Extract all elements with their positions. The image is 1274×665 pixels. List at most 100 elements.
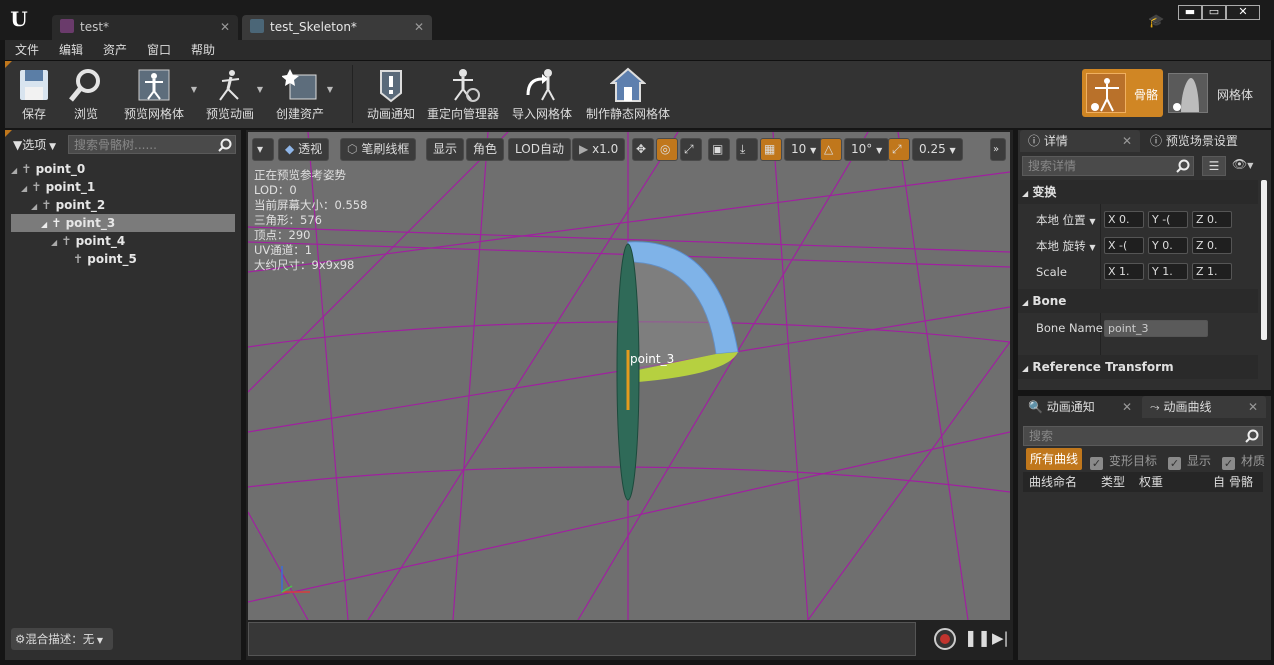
expand-arrow-icon[interactable]: ◢ <box>51 238 57 247</box>
close-tab-icon[interactable]: ✕ <box>1122 396 1132 418</box>
col-weight[interactable]: 权重 <box>1139 472 1163 492</box>
rotation-snap-toggle[interactable]: △ <box>820 138 842 161</box>
filter-material-checkbox[interactable]: ✓ 材质 <box>1222 452 1265 470</box>
anim-notify-button[interactable]: 动画通知 <box>363 61 419 128</box>
location-y-field[interactable]: Y -( <box>1148 211 1188 228</box>
curves-search-input[interactable]: 搜索 <box>1023 426 1263 446</box>
surface-snap-button[interactable]: ⤓ <box>736 138 758 161</box>
import-mesh-button[interactable]: 导入网格体 <box>511 61 573 128</box>
wireframe-button[interactable]: ⬡ 笔刷线框 <box>340 138 417 161</box>
3d-viewport[interactable]: point_3 正在预览参考姿势 LOD：0 当前屏幕大小：0.558 三角形：… <box>248 132 1010 620</box>
close-window-button[interactable]: ✕ <box>1226 5 1260 20</box>
filter-morph-checkbox[interactable]: ✓ 变形目标 <box>1090 452 1157 470</box>
tab-test-skeleton[interactable]: test_Skeleton* ✕ <box>242 15 432 40</box>
viewport-more-button[interactable]: » <box>990 138 1006 161</box>
close-tab-icon[interactable]: ✕ <box>1248 396 1258 418</box>
expand-arrow-icon[interactable]: ◢ <box>11 166 17 175</box>
bone-row-point-4[interactable]: ◢ ✝ point_4 <box>51 232 235 250</box>
rotate-tool-button[interactable]: ◎ <box>656 138 678 161</box>
scale-x-field[interactable]: X 1. <box>1104 263 1144 280</box>
location-label-dropdown[interactable]: 本地 位置 ▼ <box>1036 212 1095 228</box>
preview-animation-button[interactable]: 预览动画 ▼ <box>201 61 263 128</box>
col-auto[interactable]: 自 <box>1213 472 1225 492</box>
bone-name-field[interactable]: point_3 <box>1104 320 1208 337</box>
tab-anim-curves[interactable]: ⤳ 动画曲线 ✕ <box>1142 396 1266 418</box>
bone-section-header[interactable]: ◢ Bone <box>1018 289 1258 313</box>
playback-speed-button[interactable]: ▶ x1.0 <box>572 138 626 161</box>
details-search-input[interactable]: 搜索详情 <box>1022 156 1194 176</box>
tab-anim-notifies[interactable]: 🔍 动画通知 ✕ <box>1020 396 1140 418</box>
scale-tool-button[interactable]: ⤢ <box>680 138 702 161</box>
reference-transform-section-header[interactable]: ◢ Reference Transform <box>1018 355 1258 379</box>
bone-row-point-0[interactable]: ◢ ✝ point_0 <box>11 160 235 178</box>
menu-asset[interactable]: 资产 <box>103 40 127 61</box>
step-forward-button[interactable]: ▶| <box>992 629 1009 647</box>
scale-z-field[interactable]: Z 1. <box>1192 263 1232 280</box>
world-local-button[interactable]: ▣ <box>708 138 730 161</box>
scale-snap-value[interactable]: 0.25 ▼ <box>912 138 963 161</box>
close-tab-icon[interactable]: ✕ <box>414 15 424 39</box>
mesh-mode-button[interactable] <box>1168 73 1208 113</box>
maximize-button[interactable]: ▭ <box>1202 5 1226 20</box>
menu-help[interactable]: 帮助 <box>191 40 215 61</box>
grid-snap-value[interactable]: 10 ▼ <box>784 138 824 161</box>
property-matrix-button[interactable]: ☰ <box>1202 156 1226 176</box>
bone-row-point-1[interactable]: ◢ ✝ point_1 <box>21 178 235 196</box>
unreal-logo-icon[interactable]: U <box>6 6 32 32</box>
record-button[interactable] <box>934 628 956 650</box>
col-curve-name[interactable]: 曲线命名 <box>1029 472 1077 492</box>
pause-button[interactable]: ❚❚ <box>964 628 991 647</box>
details-scrollbar[interactable] <box>1261 180 1267 340</box>
make-static-mesh-button[interactable]: 制作静态网格体 <box>583 61 673 128</box>
scale-y-field[interactable]: Y 1. <box>1148 263 1188 280</box>
browse-button[interactable]: 浏览 <box>63 61 109 128</box>
blend-profile-dropdown[interactable]: ⚙混合描述：无 ▼ <box>11 628 113 650</box>
expand-arrow-icon[interactable]: ◢ <box>41 220 47 229</box>
tab-test[interactable]: test* ✕ <box>52 15 238 40</box>
visibility-dropdown[interactable]: 👁▼ <box>1232 157 1253 171</box>
timeline-bar[interactable] <box>248 622 916 656</box>
retarget-manager-button[interactable]: 重定向管理器 <box>425 61 501 128</box>
expand-arrow-icon[interactable]: ◢ <box>21 184 27 193</box>
col-bone[interactable]: 骨骼 <box>1229 472 1253 492</box>
location-x-field[interactable]: X 0. <box>1104 211 1144 228</box>
rotation-y-field[interactable]: Y 0. <box>1148 237 1188 254</box>
rotation-x-field[interactable]: X -( <box>1104 237 1144 254</box>
rotation-z-field[interactable]: Z 0. <box>1192 237 1232 254</box>
viewport-options-button[interactable]: ▾ <box>252 138 274 161</box>
show-button[interactable]: 显示 <box>426 138 465 161</box>
options-dropdown[interactable]: ▼选项 ▼ <box>13 136 56 154</box>
tab-preview-settings[interactable]: ⓘ 预览场景设置 <box>1142 130 1270 152</box>
close-tab-icon[interactable]: ✕ <box>220 15 230 39</box>
menu-edit[interactable]: 编辑 <box>59 40 83 61</box>
perspective-button[interactable]: ◆ 透视 <box>278 138 330 161</box>
col-type[interactable]: 类型 <box>1101 472 1125 492</box>
grid-snap-toggle[interactable]: ▦ <box>760 138 782 161</box>
bone-row-point-5[interactable]: ✝ point_5 <box>73 250 235 268</box>
all-curves-button[interactable]: 所有曲线 <box>1026 448 1083 470</box>
preview-mesh-button[interactable]: 预览网格体 ▼ <box>115 61 197 128</box>
tab-details[interactable]: ⓘ 详情 ✕ <box>1020 130 1140 152</box>
menu-window[interactable]: 窗口 <box>147 40 171 61</box>
filter-show-checkbox[interactable]: ✓ 显示 <box>1168 452 1211 470</box>
scale-snap-toggle[interactable]: ⤢ <box>888 138 910 161</box>
chevron-down-icon[interactable]: ▼ <box>257 85 263 94</box>
minimize-button[interactable]: ▬ <box>1178 5 1202 20</box>
expand-arrow-icon[interactable]: ◢ <box>31 202 37 211</box>
bone-row-point-2[interactable]: ◢ ✝ point_2 <box>31 196 235 214</box>
graduation-cap-icon[interactable]: 🎓 <box>1148 14 1164 29</box>
skeleton-search-input[interactable]: 搜索骨骼树...... <box>68 135 236 154</box>
rotation-snap-value[interactable]: 10° ▼ <box>844 138 890 161</box>
rotation-label-dropdown[interactable]: 本地 旋转 ▼ <box>1036 238 1095 254</box>
create-asset-button[interactable]: 创建资产 ▼ <box>271 61 333 128</box>
transform-section-header[interactable]: ◢ 变换 <box>1018 180 1258 204</box>
translate-tool-button[interactable]: ✥ <box>632 138 654 161</box>
chevron-down-icon[interactable]: ▼ <box>327 85 333 94</box>
close-tab-icon[interactable]: ✕ <box>1122 130 1132 152</box>
menu-file[interactable]: 文件 <box>15 40 39 61</box>
bone-row-point-3[interactable]: ◢ ✝ point_3 <box>11 214 235 232</box>
chevron-down-icon[interactable]: ▼ <box>191 85 197 94</box>
location-z-field[interactable]: Z 0. <box>1192 211 1232 228</box>
skeleton-mode-button[interactable]: 骨骼 <box>1082 69 1163 117</box>
save-button[interactable]: 保存 <box>11 61 57 128</box>
